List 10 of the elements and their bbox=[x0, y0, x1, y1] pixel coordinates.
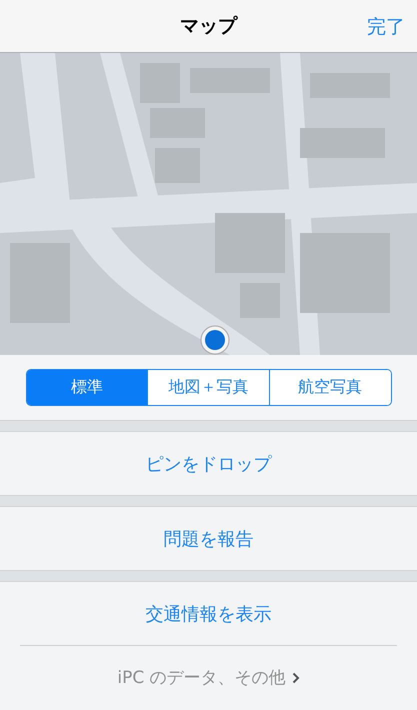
action-button[interactable]: 問題を報告 bbox=[0, 507, 417, 570]
chevron-icon bbox=[292, 672, 300, 684]
map-type-tab[interactable]: 地図＋写真 bbox=[147, 370, 269, 405]
done-button[interactable]: 完了 bbox=[365, 12, 407, 42]
map-type-tab[interactable]: 航空写真 bbox=[268, 370, 390, 405]
action-button[interactable]: ピンをドロップ bbox=[0, 432, 417, 495]
screen-title: マップ bbox=[180, 14, 237, 39]
data-credits-link[interactable]: iPC のデータ、その他 bbox=[0, 646, 417, 709]
action-button[interactable]: 交通情報を表示 bbox=[0, 582, 417, 645]
map-type-tab[interactable]: 標準 bbox=[26, 370, 148, 405]
